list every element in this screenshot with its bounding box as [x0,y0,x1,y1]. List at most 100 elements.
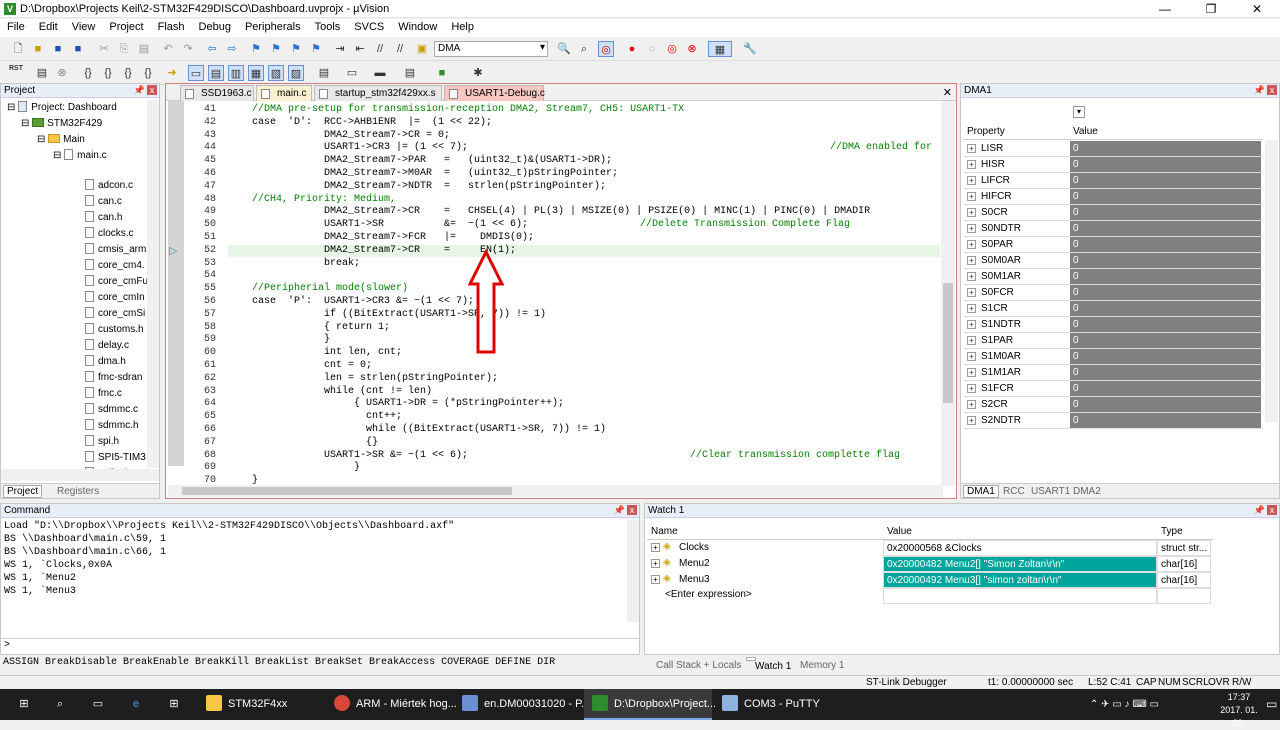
target-select[interactable]: DMA ▾ [434,41,548,57]
editor-vscrollbar[interactable] [941,101,955,486]
tree-file[interactable]: delay.c [85,338,129,354]
disassembly-window-icon[interactable]: ▤ [208,65,224,81]
code-line[interactable]: {} [228,437,378,448]
tree-file[interactable]: clocks.c [85,226,134,242]
project-hscrollbar[interactable] [1,469,159,481]
dma-dropdown[interactable]: ▾ [1073,106,1085,118]
watch-value[interactable]: 0x20000492 Menu3[] "simon zoltan\r\n" [883,572,1157,588]
watch-row[interactable]: + ◈ Menu3 0x20000492 Menu3[] "simon zoltan\… [647,572,1217,588]
tree-file[interactable]: can.c [85,194,122,210]
command-scrollbar[interactable] [627,520,639,622]
save-all-icon[interactable]: ■ [70,41,86,57]
watch-row[interactable]: + ◈ Clocks 0x20000568 &Clocks struct str... [647,540,1217,556]
code-line[interactable]: USART1->SR &= ~(1 << 6); [228,219,528,230]
tab-registers[interactable]: Registers [57,486,99,497]
project-scrollbar[interactable] [147,100,159,468]
run-icon[interactable]: ▤ [34,65,50,81]
expand-icon[interactable]: + [967,384,976,393]
close-icon[interactable]: x [627,505,637,515]
code-line[interactable]: DMA2_Stream7->PAR = (uint32_t)&(USART1->… [228,155,612,166]
tree-group[interactable]: ⊟ Main [37,132,85,148]
run-to-cursor-icon[interactable]: {} [140,65,156,81]
code-line[interactable]: case 'P': USART1->CR3 &= ~(1 << 7); [228,296,474,307]
pin-icon[interactable]: 📌 [1254,85,1265,96]
code-line[interactable]: cnt++; [228,411,402,422]
breakpoint-icon[interactable]: ● [624,41,640,57]
dma-register-row[interactable]: + S2CR 0 [963,397,1263,413]
code-line[interactable]: while ((BitExtract(USART1->SR, 7)) != 1) [228,424,606,435]
step-into-icon[interactable]: {} [80,65,96,81]
dma-register-row[interactable]: + HISR 0 [963,157,1263,173]
symbols-window-icon[interactable]: ▥ [228,65,244,81]
menu-help[interactable]: Help [444,19,481,33]
expand-icon[interactable]: + [967,160,976,169]
watch-value[interactable]: 0x20000482 Menu2[] "Simon Zoltan\r\n" [883,556,1157,572]
dma-register-row[interactable]: + S0PAR 0 [963,237,1263,253]
code-line[interactable]: DMA2_Stream7->CR = CHSEL(4) | PL(3) | MS… [228,206,870,217]
close-tab-icon[interactable]: ✕ [943,86,952,99]
editor-hscrollbar[interactable] [168,485,943,497]
menu-svcs[interactable]: SVCS [347,19,391,33]
menu-peripherals[interactable]: Peripherals [238,19,308,33]
expand-icon[interactable]: + [967,176,976,185]
comment-icon[interactable]: // [372,41,388,57]
breakpoint-gutter[interactable] [168,101,184,466]
code-line[interactable]: cnt = 0; [228,360,372,371]
taskbar-item-explorer[interactable]: STM32F4xx [198,689,322,720]
disable-breakpoint-icon[interactable]: ○ [644,41,660,57]
dma-register-row[interactable]: + HIFCR 0 [963,189,1263,205]
edge-icon[interactable]: e [126,689,146,720]
undo-icon[interactable]: ↶ [160,41,176,57]
menu-window[interactable]: Window [391,19,444,33]
pin-icon[interactable]: 📌 [614,505,625,516]
dma-register-row[interactable]: + S0CR 0 [963,205,1263,221]
code-line[interactable]: len = strlen(pStringPointer); [228,373,498,384]
incremental-find-icon[interactable]: ⌕ [576,41,592,57]
stop-icon[interactable]: ⊗ [54,65,70,81]
code-line[interactable]: break; [228,258,360,269]
expand-icon[interactable]: + [651,543,660,552]
expand-icon[interactable]: + [967,368,976,377]
watch-value[interactable]: 0x20000568 &Clocks [883,540,1157,556]
command-input[interactable]: > [1,638,639,653]
expand-icon[interactable]: + [967,336,976,345]
kill-all-breakpoints-icon[interactable]: ⊗ [684,41,700,57]
dma-register-row[interactable]: + S1CR 0 [963,301,1263,317]
code-line[interactable]: case 'D': RCC->AHB1ENR |= (1 << 22); [228,117,492,128]
expand-icon[interactable]: + [967,320,976,329]
serial-window-icon[interactable]: ▭ [344,65,360,81]
prev-bookmark-icon[interactable]: ⚑ [268,41,284,57]
close-button[interactable]: ✕ [1234,0,1280,18]
code-line[interactable]: DMA2_Stream7->M0AR = (uint32_t)pStringPo… [228,168,618,179]
expand-icon[interactable]: + [967,272,976,281]
tab-dma2[interactable]: DMA2 [1073,486,1101,497]
next-bookmark-icon[interactable]: ⚑ [288,41,304,57]
code-line[interactable]: //Peripherial mode(slower) [228,283,408,294]
menu-project[interactable]: Project [102,19,150,33]
expand-icon[interactable]: + [967,304,976,313]
tree-file[interactable]: core_cmFu [85,274,148,290]
tree-file[interactable]: core_cmIn [85,290,145,306]
nav-back-icon[interactable]: ⇦ [204,41,220,57]
tab-startup[interactable]: startup_stm32f429xx.s [314,85,442,101]
tree-file[interactable]: fmc.c [85,386,122,402]
cut-icon[interactable]: ✂ [96,41,112,57]
close-icon[interactable]: x [1267,85,1277,95]
notifications-icon[interactable]: ▭ [1266,697,1277,711]
system-viewer-icon[interactable]: ■ [434,65,450,81]
analysis-window-icon[interactable]: ▬ [372,65,388,81]
code-line[interactable]: { USART1->DR = (*pStringPointer++); [228,398,564,409]
expand-icon[interactable]: + [651,559,660,568]
new-file-icon[interactable]: 🗋 [10,41,26,57]
expand-icon[interactable]: + [967,208,976,217]
tab-rcc[interactable]: RCC [1003,486,1025,497]
expand-icon[interactable]: + [967,240,976,249]
dma-register-row[interactable]: + S0M0AR 0 [963,253,1263,269]
expand-icon[interactable]: + [967,352,976,361]
dma-register-row[interactable]: + S1NDTR 0 [963,317,1263,333]
watch-row[interactable]: + ◈ Menu2 0x20000482 Menu2[] "Simon Zoltan\… [647,556,1217,572]
reset-icon[interactable]: RST [8,65,24,81]
expand-icon[interactable]: + [967,224,976,233]
unindent-icon[interactable]: ⇤ [352,41,368,57]
dma-register-row[interactable]: + S0NDTR 0 [963,221,1263,237]
